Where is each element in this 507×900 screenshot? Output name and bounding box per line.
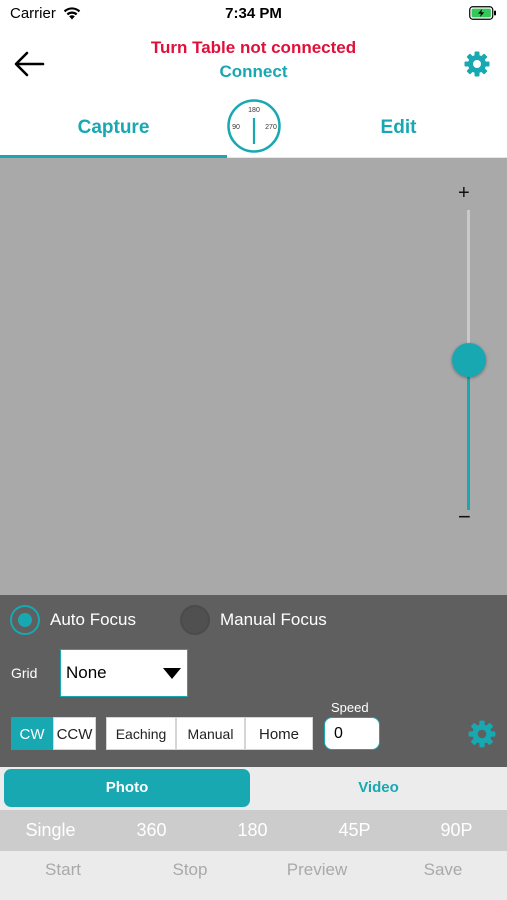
header: Turn Table not connected Connect [0, 28, 507, 94]
shot-mode-180[interactable]: 180 [202, 810, 303, 851]
shot-mode-90p[interactable]: 90P [406, 810, 507, 851]
ccw-button[interactable]: CCW [53, 717, 96, 750]
shot-mode-bar: Single 360 180 45P 90P [0, 810, 507, 851]
gear-icon [468, 720, 496, 748]
zoom-slider-thumb[interactable] [452, 343, 486, 377]
grid-label: Grid [11, 665, 38, 681]
dial-label-right: 270 [265, 124, 277, 131]
battery-charging-icon [469, 6, 497, 25]
connect-row: Connect [0, 62, 507, 82]
photo-button[interactable]: Photo [4, 769, 250, 807]
connect-link[interactable]: Connect [220, 62, 288, 81]
zoom-out-button[interactable]: − [458, 504, 471, 530]
dial-label-left: 90 [232, 124, 240, 131]
video-button[interactable]: Video [254, 769, 503, 807]
preview-button[interactable]: Preview [254, 851, 380, 891]
grid-dropdown-value: None [66, 663, 107, 682]
capture-type-toggle: Photo Video [0, 767, 507, 810]
home-button[interactable]: Home [245, 717, 313, 750]
auto-focus-option[interactable]: Auto Focus [10, 605, 136, 635]
clock: 7:34 PM [225, 5, 282, 22]
auto-focus-radio[interactable] [10, 605, 40, 635]
camera-preview: + − [0, 158, 507, 595]
connection-status: Turn Table not connected [150, 38, 357, 57]
capture-controls: Auto Focus Manual Focus Grid None CW CCW… [0, 595, 507, 767]
rotation-direction-toggle: CW CCW [11, 717, 96, 750]
tab-capture[interactable]: Capture [0, 94, 227, 158]
turntable-dial[interactable]: 180 90 270 [226, 98, 282, 154]
tab-edit[interactable]: Edit [290, 94, 507, 158]
shot-mode-single[interactable]: Single [0, 810, 101, 851]
turntable-settings-button[interactable] [467, 719, 497, 749]
start-button[interactable]: Start [0, 851, 126, 891]
status-bar: Carrier 7:34 PM [0, 0, 507, 28]
speed-input[interactable]: 0 [324, 717, 380, 750]
manual-focus-option[interactable]: Manual Focus [180, 605, 327, 635]
save-button[interactable]: Save [380, 851, 506, 891]
eaching-button[interactable]: Eaching [106, 717, 176, 750]
action-bar: Start Stop Preview Save [0, 851, 507, 900]
tab-bar: Capture 180 90 270 Edit [0, 94, 507, 158]
manual-button[interactable]: Manual [176, 717, 245, 750]
auto-focus-label: Auto Focus [50, 610, 136, 629]
shot-mode-360[interactable]: 360 [101, 810, 202, 851]
zoom-slider-fill [467, 360, 470, 510]
cw-button[interactable]: CW [11, 717, 53, 750]
settings-button[interactable] [463, 50, 491, 78]
caret-down-icon [163, 668, 181, 679]
manual-focus-label: Manual Focus [220, 610, 327, 629]
motion-mode-group: Eaching Manual Home [106, 717, 313, 750]
shot-mode-45p[interactable]: 45P [304, 810, 405, 851]
zoom-in-button[interactable]: + [458, 182, 470, 205]
manual-focus-radio[interactable] [180, 605, 210, 635]
gear-icon [464, 51, 490, 77]
dial-label-top: 180 [248, 107, 260, 114]
stop-button[interactable]: Stop [127, 851, 253, 891]
dial-graphic: 180 90 270 [227, 99, 281, 153]
speed-label: Speed [331, 700, 369, 715]
app-screen: Carrier 7:34 PM Turn Table not connected… [0, 0, 507, 900]
grid-dropdown[interactable]: None [60, 649, 188, 697]
